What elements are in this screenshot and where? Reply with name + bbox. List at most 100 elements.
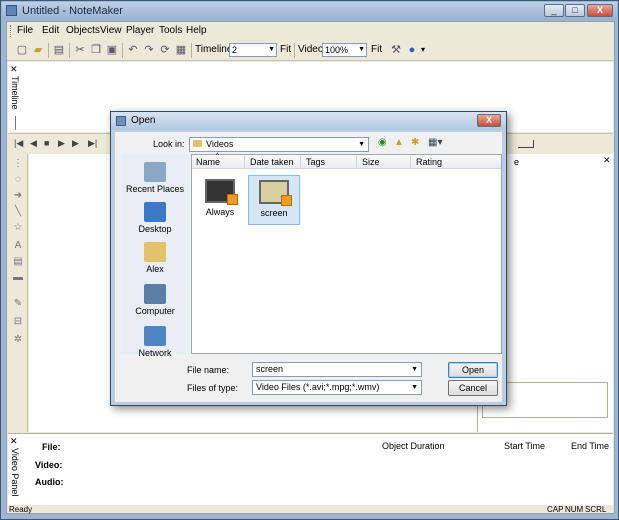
column-separator[interactable] — [356, 156, 357, 168]
menu-file[interactable]: File — [17, 25, 33, 36]
column-separator[interactable] — [410, 156, 411, 168]
pointer-tool-icon[interactable]: ⋮ — [12, 158, 24, 170]
timeline-panel-title: Timeline — [10, 76, 20, 110]
new-icon[interactable]: ▢ — [15, 43, 29, 57]
save-icon[interactable]: ▤ — [52, 43, 66, 57]
col-size[interactable]: Size — [362, 157, 380, 167]
place-computer[interactable]: Computer — [121, 284, 189, 316]
zoom-tool-icon[interactable]: ⊟ — [12, 316, 24, 328]
curve-icon[interactable] — [518, 140, 534, 148]
look-in-value: Videos — [206, 139, 234, 149]
stop-icon[interactable]: ■ — [44, 138, 49, 148]
file-type-value: Video Files (*.avi;*.mpg;*.wmv) — [256, 382, 380, 392]
video-label: Video — [298, 44, 324, 55]
desktop-icon — [144, 202, 166, 222]
paste-icon[interactable]: ▣ — [105, 43, 119, 57]
file-type-select[interactable]: Video Files (*.avi;*.mpg;*.wmv) ▼ — [252, 380, 422, 395]
timeline-close-icon[interactable]: ✕ — [10, 64, 18, 75]
edit-tool-icon[interactable]: ✎ — [12, 298, 24, 310]
menu-edit[interactable]: Edit — [42, 25, 59, 36]
minimize-button[interactable]: _ — [544, 4, 564, 17]
skip-start-icon[interactable]: |◀ — [14, 138, 23, 149]
place-network[interactable]: Network — [121, 326, 189, 358]
window-title: Untitled - NoteMaker — [22, 5, 123, 17]
step-back-icon[interactable]: ◀ — [30, 138, 37, 149]
copy-icon[interactable]: ❐ — [89, 43, 103, 57]
file-item-screen[interactable]: screen — [248, 175, 300, 225]
file-name: screen — [260, 208, 288, 218]
cut-icon[interactable]: ✂ — [73, 43, 87, 57]
file-name-input[interactable]: screen ▼ — [252, 362, 422, 377]
col-rating[interactable]: Rating — [416, 157, 442, 167]
settings-tool-icon[interactable]: ✲ — [12, 334, 24, 346]
panel-grip[interactable] — [15, 116, 16, 130]
star-tool-icon[interactable]: ☆ — [12, 222, 24, 234]
arrow-tool-icon[interactable]: ➜ — [12, 190, 24, 202]
column-separator[interactable] — [300, 156, 301, 168]
fit-timeline-button[interactable]: Fit — [280, 44, 291, 55]
timeline-select[interactable]: 2 ▼ — [229, 43, 277, 57]
play-icon[interactable]: ▶ — [58, 138, 65, 149]
zoom-select[interactable]: 100% ▼ — [322, 43, 367, 57]
menu-tools[interactable]: Tools — [159, 25, 182, 36]
menu-objects[interactable]: Objects — [66, 25, 100, 36]
look-in-select[interactable]: Videos ▼ — [189, 137, 369, 152]
chevron-down-icon: ▼ — [411, 384, 418, 391]
place-desktop[interactable]: Desktop — [121, 202, 189, 234]
col-tags[interactable]: Tags — [306, 157, 325, 167]
menu-help[interactable]: Help — [186, 25, 207, 36]
computer-icon — [144, 284, 166, 304]
cancel-button[interactable]: Cancel — [448, 380, 498, 396]
up-folder-icon[interactable]: ▲ — [394, 137, 404, 148]
place-label: Recent Places — [125, 184, 185, 194]
step-forward-icon[interactable]: ▶ — [72, 138, 79, 149]
fit-video-button[interactable]: Fit — [371, 44, 382, 55]
callout-tool-icon[interactable]: ◌ — [12, 174, 24, 186]
tools-icon[interactable]: ⚒ — [389, 43, 403, 57]
place-recent-places[interactable]: Recent Places — [121, 162, 189, 194]
redo-icon[interactable]: ↷ — [142, 43, 156, 57]
column-separator[interactable] — [244, 156, 245, 168]
dialog-title: Open — [131, 115, 156, 126]
refresh-icon[interactable]: ⟳ — [158, 43, 172, 57]
file-list[interactable]: Name ^ Date taken Tags Size Rating Alway… — [191, 153, 502, 354]
line-tool-icon[interactable]: ╲ — [12, 206, 24, 218]
view-menu-icon[interactable]: ▦▾ — [428, 137, 442, 148]
place-alex[interactable]: Alex — [121, 242, 189, 274]
close-button[interactable]: X — [587, 4, 613, 17]
col-date-taken[interactable]: Date taken — [250, 157, 294, 167]
app-icon — [6, 5, 17, 16]
file-label: File: — [42, 442, 61, 452]
menu-player[interactable]: Player — [126, 25, 154, 36]
image-tool-icon[interactable]: ▤ — [12, 256, 24, 268]
open-dialog: Open X Look in: Videos ▼ ◉ ▲ ✱ ▦▾ Recent… — [110, 111, 507, 406]
undo-icon[interactable]: ↶ — [126, 43, 140, 57]
menu-grip[interactable] — [10, 25, 13, 37]
maximize-button[interactable]: □ — [565, 4, 585, 17]
toolbar-overflow-icon[interactable]: ▾ — [421, 45, 425, 54]
user-folder-icon — [144, 242, 166, 262]
place-label: Network — [138, 348, 172, 358]
properties-close-icon[interactable]: ✕ — [603, 155, 611, 166]
grid-icon[interactable]: ▦ — [174, 43, 188, 57]
open-icon[interactable]: ▰ — [31, 43, 45, 57]
video-panel-close-icon[interactable]: ✕ — [10, 436, 18, 447]
rectangle-tool-icon[interactable]: ▬ — [12, 272, 24, 284]
chevron-down-icon: ▼ — [358, 46, 365, 53]
new-folder-icon[interactable]: ✱ — [411, 137, 419, 148]
dialog-close-button[interactable]: X — [477, 114, 501, 127]
open-button[interactable]: Open — [448, 362, 498, 378]
help-icon[interactable]: ● — [405, 43, 419, 57]
dialog-body: Look in: Videos ▼ ◉ ▲ ✱ ▦▾ Recent Places… — [115, 132, 502, 402]
menu-view[interactable]: View — [100, 25, 122, 36]
title-bar[interactable]: Untitled - NoteMaker _ □ X — [2, 2, 617, 20]
file-item-always[interactable]: Always — [194, 175, 246, 225]
toolbar-separator — [122, 43, 123, 58]
caps-indicator: CAP — [547, 505, 564, 514]
end-time-header: End Time — [571, 441, 610, 451]
text-tool-icon[interactable]: A — [12, 240, 24, 252]
skip-end-icon[interactable]: ▶| — [88, 138, 97, 149]
place-label: Alex — [146, 264, 164, 274]
back-icon[interactable]: ◉ — [378, 137, 387, 148]
dialog-title-bar[interactable]: Open X — [111, 112, 506, 130]
